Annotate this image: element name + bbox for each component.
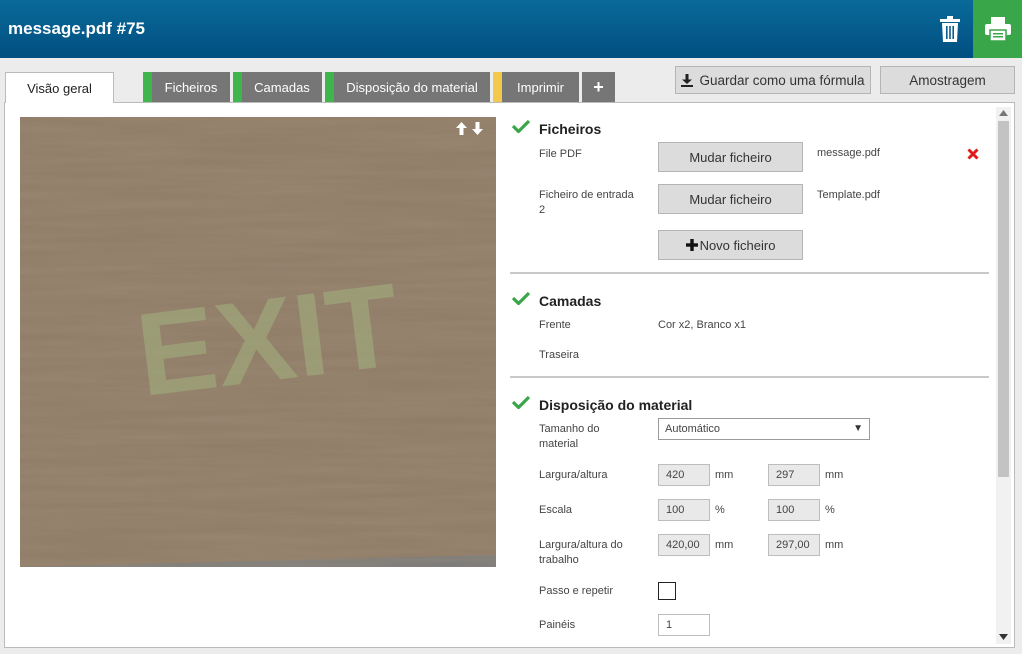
step-repeat-label: Passo e repetir <box>539 585 613 597</box>
layers-check-icon <box>512 291 530 305</box>
tab-files-status <box>143 72 152 102</box>
input-file-2-name: Template.pdf <box>817 189 880 201</box>
tab-files-label: Ficheiros <box>164 79 218 95</box>
tab-layers-status <box>233 72 242 102</box>
new-file-label: Novo ficheiro <box>699 237 776 253</box>
job-height-unit: mm <box>825 539 844 551</box>
panels-label: Painéis <box>539 619 576 631</box>
add-tab-button[interactable]: + <box>582 72 615 102</box>
scale-y-unit: % <box>825 504 835 516</box>
new-file-button[interactable]: Novo ficheiro <box>658 230 803 260</box>
back-label: Traseira <box>539 349 579 361</box>
tab-print-status <box>493 72 502 102</box>
pdf-file-name: message.pdf <box>817 147 880 159</box>
tab-media-layout-label: Disposição do material <box>346 79 478 95</box>
section-divider <box>510 272 989 274</box>
printer-icon <box>984 17 1011 41</box>
print-button[interactable] <box>973 0 1022 58</box>
media-size-select[interactable]: Automático ▼ <box>658 418 870 440</box>
layout-section-title: Disposição do material <box>539 397 693 413</box>
save-as-formula-button[interactable]: Guardar como uma fórmula <box>675 66 871 94</box>
files-section-title: Ficheiros <box>539 121 602 137</box>
job-height-input[interactable]: 297,00 <box>768 534 820 556</box>
scroll-up-icon[interactable] <box>999 110 1008 116</box>
remove-file-icon[interactable] <box>967 148 979 160</box>
width-unit: mm <box>715 469 734 481</box>
front-value: Cor x2, Branco x1 <box>658 319 747 331</box>
tab-print-label: Imprimir <box>517 79 564 95</box>
save-as-formula-label: Guardar como uma fórmula <box>699 72 865 88</box>
change-pdf-button[interactable]: Mudar ficheiro <box>658 142 803 172</box>
job-title: message.pdf #75 <box>8 19 146 38</box>
step-repeat-checkbox[interactable] <box>658 582 676 600</box>
media-size-value: Automático <box>665 423 721 435</box>
preview-image: EXIT <box>20 117 496 567</box>
change-input-file-2-button[interactable]: Mudar ficheiro <box>658 184 803 214</box>
scroll-thumb[interactable] <box>998 121 1009 477</box>
layout-check-icon <box>512 395 530 409</box>
scale-x-input[interactable]: 100 <box>658 499 710 521</box>
pdf-file-label: File PDF <box>539 148 582 160</box>
scale-label: Escala <box>539 504 573 516</box>
scroll-down-icon[interactable] <box>999 634 1008 640</box>
layers-section-title: Camadas <box>539 293 602 309</box>
input-file-2-label: Ficheiro de entrada 2 <box>539 189 634 216</box>
delete-button[interactable] <box>928 0 972 58</box>
arrow-up-icon[interactable] <box>456 122 467 135</box>
scrollbar[interactable] <box>996 107 1011 644</box>
tab-files[interactable]: Ficheiros <box>143 72 230 102</box>
print-preview: EXIT <box>20 117 496 567</box>
height-input[interactable]: 297 <box>768 464 820 486</box>
media-size-label: Tamanho do material <box>539 423 600 450</box>
reorder-arrows <box>456 122 483 135</box>
arrow-down-icon[interactable] <box>472 122 483 135</box>
tab-layers-label: Camadas <box>254 79 310 95</box>
trash-icon <box>940 16 960 42</box>
tab-media-layout[interactable]: Disposição do material <box>325 72 490 102</box>
sample-label: Amostragem <box>909 72 986 88</box>
title-bar: message.pdf #75 <box>0 0 1022 58</box>
plus-icon <box>685 239 698 251</box>
job-width-input[interactable]: 420,00 <box>658 534 710 556</box>
sample-button[interactable]: Amostragem <box>880 66 1015 94</box>
section-divider <box>510 376 989 378</box>
tab-overview[interactable]: Visão geral <box>5 72 114 103</box>
tab-print[interactable]: Imprimir <box>493 72 579 102</box>
height-unit: mm <box>825 469 844 481</box>
job-width-unit: mm <box>715 539 734 551</box>
scale-y-input[interactable]: 100 <box>768 499 820 521</box>
job-width-height-label: Largura/altura do trabalho <box>539 539 623 566</box>
tab-layers[interactable]: Camadas <box>233 72 322 102</box>
width-height-label: Largura/altura <box>539 469 608 481</box>
scale-x-unit: % <box>715 504 725 516</box>
width-input[interactable]: 420 <box>658 464 710 486</box>
panels-input[interactable]: 1 <box>658 614 710 636</box>
tab-media-layout-status <box>325 72 334 102</box>
front-label: Frente <box>539 319 571 331</box>
tab-overview-label: Visão geral <box>27 80 92 96</box>
files-check-icon <box>512 119 530 133</box>
download-icon <box>681 73 694 87</box>
plus-icon: + <box>593 76 604 97</box>
dropdown-caret-icon: ▼ <box>853 423 863 434</box>
